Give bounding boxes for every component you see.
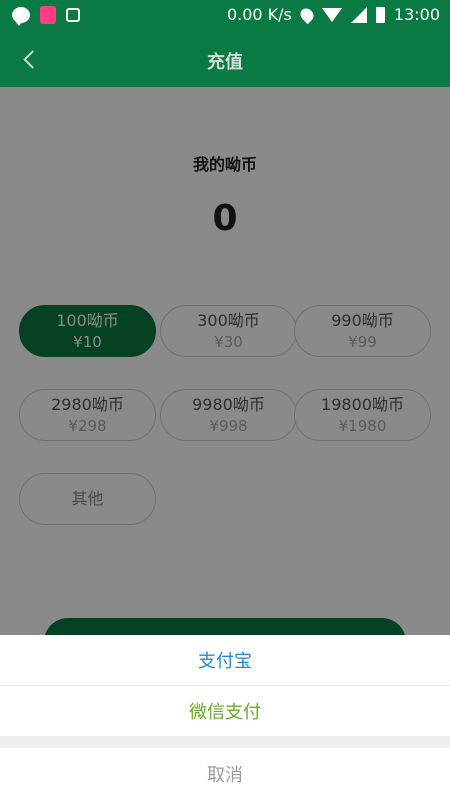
network-speed: 0.00 K/s [226,5,292,24]
wifi-icon [321,7,342,22]
clock: 13:00 [393,5,440,24]
payment-action-sheet: 支付宝 微信支付 取消 [0,635,450,800]
wechat-pay-option[interactable]: 微信支付 [0,686,450,736]
status-bar: 0.00 K/s 13:00 [0,0,450,32]
status-bar-right: 0.00 K/s 13:00 [227,5,440,24]
battery-icon [375,6,385,23]
sheet-divider [0,736,450,748]
status-bar-left-icons [12,6,80,26]
app-header: 充值 [0,32,450,87]
store-icon [66,8,80,22]
alipay-option[interactable]: 支付宝 [0,635,450,686]
signal-icon [350,6,367,23]
location-icon [297,5,317,24]
page-title: 充值 [207,52,243,73]
shopping-bag-icon [40,6,56,24]
message-icon [12,7,30,26]
cancel-button[interactable]: 取消 [0,748,450,800]
